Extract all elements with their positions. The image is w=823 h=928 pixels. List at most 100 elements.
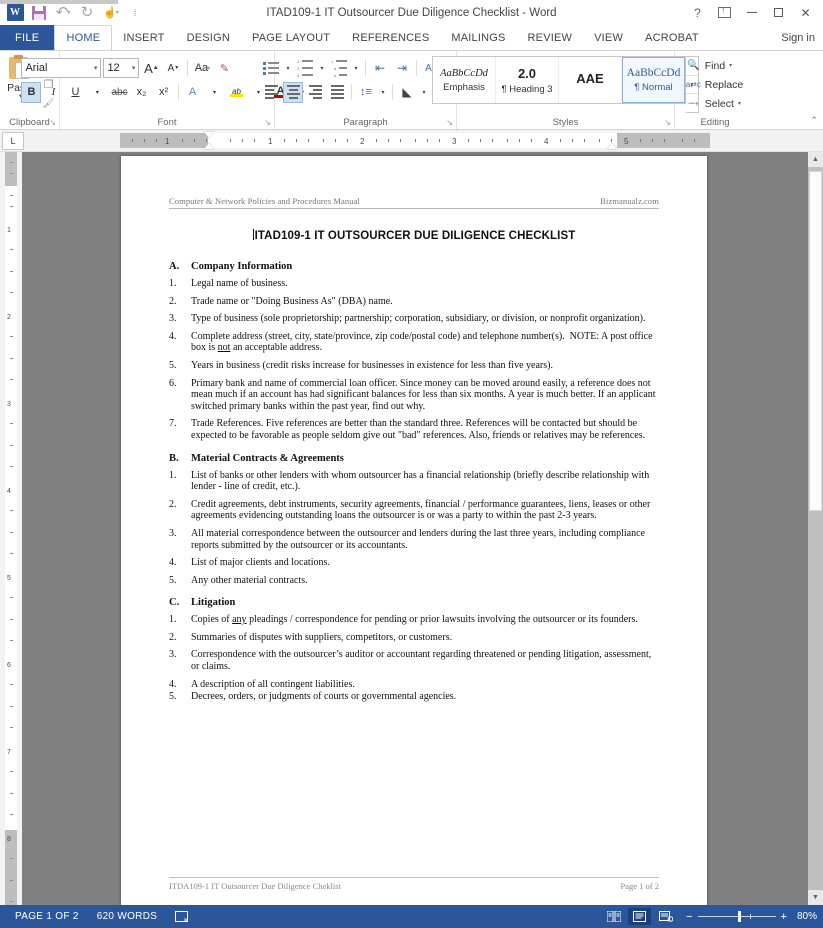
- tab-acrobat[interactable]: ACROBAT: [634, 25, 710, 50]
- style-item-aae[interactable]: AAE: [559, 57, 622, 103]
- clear-formatting-icon[interactable]: ✎: [214, 58, 234, 79]
- grow-font-icon[interactable]: A ▲: [141, 58, 161, 79]
- decrease-indent-icon[interactable]: ⇤: [370, 58, 390, 79]
- select-label: Select: [704, 97, 734, 110]
- text-effects-icon[interactable]: A: [183, 82, 203, 103]
- word-logo-icon[interactable]: W: [4, 2, 26, 23]
- customize-qat-icon[interactable]: ⁞: [124, 2, 146, 23]
- tab-references[interactable]: REFERENCES: [341, 25, 440, 50]
- status-word-count[interactable]: 620 WORDS: [88, 911, 167, 922]
- print-layout-icon[interactable]: [628, 908, 652, 925]
- align-center-icon[interactable]: [283, 81, 303, 103]
- subscript-button[interactable]: x₂: [132, 82, 152, 103]
- undo-icon[interactable]: ↶ ▾: [52, 2, 74, 23]
- strikethrough-button[interactable]: abc: [109, 82, 129, 103]
- maximize-button[interactable]: [765, 2, 792, 24]
- numbering-dropdown-icon[interactable]: ▾: [317, 58, 327, 79]
- scroll-up-icon[interactable]: ▲: [808, 152, 823, 167]
- first-line-indent-marker[interactable]: [204, 132, 214, 138]
- shrink-font-icon[interactable]: A ▼: [163, 58, 183, 79]
- status-page-indicator[interactable]: PAGE 1 OF 2: [6, 911, 88, 922]
- select-button[interactable]: ⤏ Select ▾: [686, 94, 744, 113]
- font-name-dropdown-icon[interactable]: ▾: [90, 64, 98, 72]
- font-name-input[interactable]: Arial ▾: [21, 58, 102, 78]
- bold-button[interactable]: B: [21, 81, 42, 103]
- style-item-emphasis[interactable]: AaBbCcDd Emphasis: [433, 57, 496, 103]
- help-button[interactable]: ?: [684, 2, 711, 24]
- proofing-errors-icon[interactable]: [166, 911, 197, 924]
- bullets-dropdown-icon[interactable]: ▾: [283, 58, 293, 79]
- style-item-heading-3[interactable]: 2.0 ¶ Heading 3: [496, 57, 559, 103]
- vruler-label: 4: [7, 488, 11, 495]
- scrollbar-thumb[interactable]: [809, 171, 822, 511]
- touch-dropdown-icon[interactable]: ▾: [116, 9, 119, 16]
- italic-button[interactable]: I: [43, 82, 63, 103]
- tab-design[interactable]: DESIGN: [176, 25, 241, 50]
- superscript-button[interactable]: x²: [154, 82, 174, 103]
- tab-file[interactable]: FILE: [0, 25, 55, 50]
- text-effects-dropdown-icon[interactable]: ▾: [205, 82, 225, 103]
- styles-dialog-launcher[interactable]: ↘: [664, 118, 671, 127]
- align-left-icon[interactable]: [261, 82, 281, 103]
- change-case-icon[interactable]: Aa ▾: [192, 58, 212, 79]
- find-dropdown-icon[interactable]: ▾: [729, 62, 732, 69]
- multilevel-dropdown-icon[interactable]: ▾: [351, 58, 361, 79]
- scrollbar-track[interactable]: [808, 167, 823, 890]
- select-dropdown-icon[interactable]: ▾: [738, 100, 741, 107]
- vertical-ruler[interactable]: 1 2 3 4 5 6 7 8: [0, 152, 22, 905]
- scroll-down-icon[interactable]: ▼: [808, 890, 823, 905]
- line-spacing-icon[interactable]: ↕≡: [356, 82, 376, 103]
- change-case-dropdown-icon[interactable]: ▾: [207, 65, 210, 72]
- vertical-scrollbar[interactable]: ▲ ▼: [808, 152, 823, 905]
- font-size-input[interactable]: 12 ▾: [103, 58, 140, 78]
- tab-home[interactable]: HOME: [54, 25, 113, 50]
- underline-dropdown-icon[interactable]: ▾: [87, 82, 107, 103]
- list-item: 5. Decrees, orders, or judgments of cour…: [169, 691, 659, 703]
- read-mode-icon[interactable]: [602, 908, 625, 925]
- tab-review[interactable]: REVIEW: [517, 25, 584, 50]
- zoom-level-label[interactable]: 80%: [790, 911, 817, 922]
- collapse-ribbon-icon[interactable]: ⌃: [810, 115, 818, 126]
- font-size-dropdown-icon[interactable]: ▾: [128, 64, 136, 72]
- zoom-slider[interactable]: − +: [686, 911, 787, 923]
- redo-icon[interactable]: ↻: [76, 2, 98, 23]
- document-page[interactable]: Computer & Network Policies and Procedur…: [121, 156, 707, 905]
- find-button[interactable]: 🔍 Find ▾: [686, 56, 744, 75]
- document-canvas[interactable]: Computer & Network Policies and Procedur…: [22, 152, 823, 905]
- save-icon[interactable]: [28, 2, 50, 23]
- numbering-icon[interactable]: 1 2 3: [295, 58, 315, 79]
- shading-icon[interactable]: ◣: [397, 82, 417, 103]
- bullets-icon[interactable]: [261, 58, 281, 79]
- underline-button[interactable]: U: [65, 82, 85, 103]
- document-body[interactable]: Computer & Network Policies and Procedur…: [121, 156, 707, 703]
- replace-button[interactable]: a⇄c Replace: [686, 75, 744, 94]
- close-button[interactable]: ✕: [792, 2, 819, 24]
- zoom-out-button[interactable]: −: [686, 911, 692, 923]
- horizontal-ruler[interactable]: 1 1 2 3 4 5: [120, 132, 710, 149]
- undo-dropdown-icon[interactable]: ▾: [67, 9, 70, 16]
- tab-insert[interactable]: INSERT: [112, 25, 175, 50]
- item-text: Trade References. Five references are be…: [191, 418, 646, 441]
- sign-in-link[interactable]: Sign in: [781, 25, 823, 50]
- touch-mode-icon[interactable]: ☝ ▾: [100, 2, 122, 23]
- right-indent-marker[interactable]: [607, 143, 617, 149]
- zoom-track[interactable]: [697, 911, 776, 922]
- increase-indent-icon[interactable]: ⇥: [392, 58, 412, 79]
- align-right-icon[interactable]: [305, 82, 325, 103]
- ribbon-display-options-icon[interactable]: [711, 2, 738, 24]
- left-indent-marker[interactable]: [204, 143, 214, 149]
- multilevel-list-icon[interactable]: 1 a b: [329, 58, 349, 79]
- text-highlight-color-icon[interactable]: ab: [227, 82, 247, 103]
- zoom-in-button[interactable]: +: [781, 911, 787, 923]
- web-layout-icon[interactable]: [654, 908, 677, 925]
- tab-mailings[interactable]: MAILINGS: [440, 25, 516, 50]
- line-spacing-dropdown-icon[interactable]: ▾: [378, 82, 388, 103]
- zoom-thumb[interactable]: [737, 911, 741, 922]
- ruler-label: 4: [544, 137, 549, 146]
- minimize-button[interactable]: [738, 2, 765, 24]
- justify-icon[interactable]: [327, 82, 347, 103]
- tab-stop-selector[interactable]: L: [2, 131, 24, 150]
- tab-view[interactable]: VIEW: [583, 25, 634, 50]
- tab-page-layout[interactable]: PAGE LAYOUT: [241, 25, 341, 50]
- vruler-label: 2: [7, 314, 11, 321]
